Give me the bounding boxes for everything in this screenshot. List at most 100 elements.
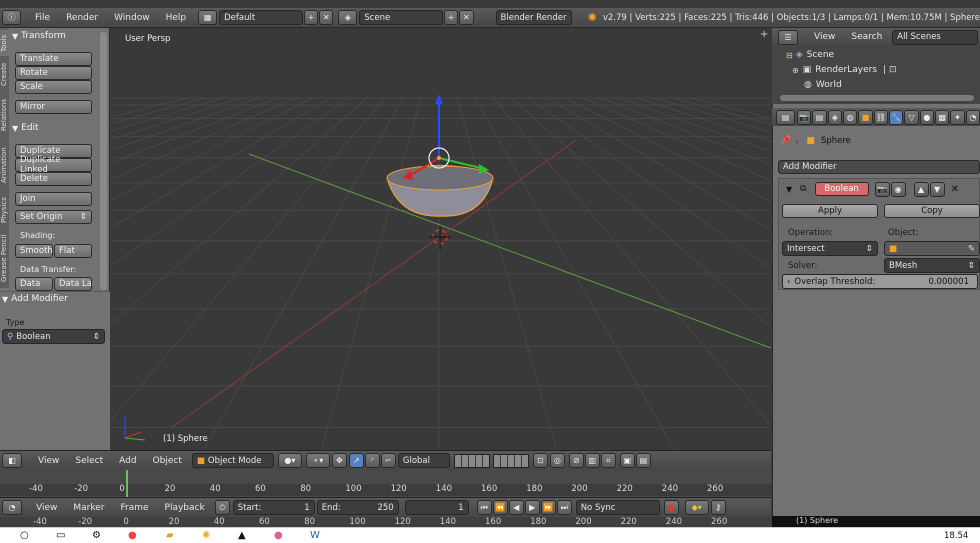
proportional-edit-icon[interactable]: ◎: [549, 453, 565, 468]
orientation-select[interactable]: Global: [397, 453, 450, 468]
current-frame-field[interactable]: 1: [404, 500, 469, 515]
object-tab-icon[interactable]: ■: [858, 109, 873, 125]
eyedropper-icon[interactable]: ✎: [968, 244, 975, 254]
operator-type-select[interactable]: ⚲ Boolean ⇕: [2, 329, 105, 344]
show-viewport-icon[interactable]: ◉: [890, 181, 906, 197]
menu-view[interactable]: View: [30, 456, 67, 466]
scale-manipulator-icon[interactable]: ⌐: [380, 453, 396, 468]
outliner-filter-select[interactable]: All Scenes: [892, 29, 979, 45]
viewport-corner-plus-icon[interactable]: +: [760, 29, 768, 40]
layers-grid-1[interactable]: [453, 453, 490, 468]
modifier-name-field[interactable]: Boolean: [814, 182, 869, 196]
snap-element-icon[interactable]: ▥: [584, 453, 600, 468]
rotate-manipulator-icon[interactable]: ◜: [364, 453, 380, 468]
properties-editor-icon[interactable]: ▤: [776, 109, 796, 125]
apply-button[interactable]: Apply: [782, 204, 878, 218]
translate-manipulator-icon[interactable]: ↗: [348, 453, 364, 468]
timeline-menu-playback[interactable]: Playback: [157, 503, 213, 513]
outliner-scrollbar[interactable]: [780, 95, 974, 101]
delete-button[interactable]: Delete: [15, 172, 92, 186]
preview-range-icon[interactable]: ⏲: [214, 500, 230, 515]
render-layers-tab-icon[interactable]: ▤: [812, 109, 827, 125]
particles-tab-icon[interactable]: ✦: [950, 109, 965, 125]
operation-select[interactable]: Intersect ⇕: [782, 241, 878, 256]
add-layout-icon[interactable]: +: [303, 10, 319, 25]
manipulator-toggle-icon[interactable]: ✥: [331, 453, 347, 468]
collapse-arrow-icon[interactable]: ▼: [786, 185, 792, 194]
transform-panel-header[interactable]: ▼ Transform: [12, 30, 98, 42]
scale-button[interactable]: Scale: [15, 80, 92, 94]
timeline-editor-icon[interactable]: ◔: [2, 500, 22, 515]
menu-add[interactable]: Add: [111, 456, 144, 466]
move-up-icon[interactable]: ▲: [913, 181, 929, 197]
play-reverse-icon[interactable]: ◀: [508, 500, 524, 515]
tab-physics[interactable]: Physics: [0, 192, 9, 228]
tab-grease-pencil[interactable]: Grease Pencil: [0, 230, 9, 286]
photos-icon[interactable]: ▲: [238, 530, 246, 541]
end-frame-field[interactable]: End: 250: [316, 500, 399, 515]
modifiers-tab-icon[interactable]: 🔧: [889, 109, 904, 125]
add-modifier-dropdown[interactable]: Add Modifier: [778, 160, 980, 174]
material-tab-icon[interactable]: ●: [919, 109, 935, 125]
constraints-tab-icon[interactable]: ⛓: [873, 109, 889, 125]
play-icon[interactable]: ▶: [524, 500, 540, 515]
sync-select[interactable]: No Sync: [575, 500, 660, 515]
object-select[interactable]: ■ ✎: [884, 241, 980, 256]
outliner-editor-icon[interactable]: ☰: [778, 29, 798, 45]
physics-tab-icon[interactable]: ◔: [965, 109, 980, 125]
tab-relations[interactable]: Relations: [0, 92, 9, 138]
outliner-menu-search[interactable]: Search: [843, 32, 890, 42]
chrome-icon[interactable]: ●: [128, 530, 137, 541]
pin-icon[interactable]: 📌: [780, 136, 791, 146]
texture-tab-icon[interactable]: ▩: [935, 109, 950, 125]
render-layer-toggle-icon[interactable]: | ⊡: [883, 65, 896, 75]
world-tab-icon[interactable]: ◍: [843, 109, 858, 125]
decrement-arrow-icon[interactable]: ‹: [787, 277, 790, 287]
task-view-icon[interactable]: ▭: [56, 530, 65, 541]
remove-modifier-icon[interactable]: ✕: [951, 184, 959, 195]
mirror-button[interactable]: Mirror: [15, 100, 92, 114]
screen-layout-icon[interactable]: ▦: [198, 10, 218, 25]
start-frame-field[interactable]: Start: 1: [232, 500, 315, 515]
screen-layout-field[interactable]: Default: [219, 10, 303, 25]
move-down-icon[interactable]: ▼: [929, 181, 945, 197]
duplicate-linked-button[interactable]: Duplicate Linked: [15, 155, 92, 175]
app-pink-icon[interactable]: ●: [274, 530, 283, 541]
operator-panel-header[interactable]: ▼ Add Modifier: [2, 293, 106, 305]
editor-type-icon[interactable]: ◧: [2, 453, 22, 468]
solver-select[interactable]: BMesh ⇕: [884, 258, 980, 273]
translate-button[interactable]: Translate: [15, 52, 92, 66]
jump-start-icon[interactable]: ⏮: [476, 500, 492, 515]
auto-keying-icon[interactable]: ●: [663, 500, 679, 515]
outliner-menu-view[interactable]: View: [806, 32, 843, 42]
shading-select-icon[interactable]: ●▾: [277, 453, 302, 468]
tab-create[interactable]: Create: [0, 58, 9, 90]
tab-tools[interactable]: Tools: [0, 30, 9, 56]
outliner-item-renderlayers[interactable]: ⊕ ▣ RenderLayers | ⊡: [792, 63, 942, 77]
render-engine-select[interactable]: Blender Render: [495, 10, 572, 25]
timeline-menu-frame[interactable]: Frame: [112, 503, 156, 513]
settings-icon[interactable]: ⚙: [92, 530, 101, 541]
add-scene-icon[interactable]: +: [443, 10, 459, 25]
pivot-select-icon[interactable]: ⚬▾: [305, 453, 330, 468]
blender-task-icon[interactable]: ✺: [202, 530, 210, 541]
show-render-icon[interactable]: 📷: [874, 181, 890, 197]
tool-shelf-scrollbar[interactable]: [100, 32, 107, 290]
folder-icon[interactable]: ▰: [166, 530, 174, 541]
layers-grid-2[interactable]: [492, 453, 529, 468]
data-tab-icon[interactable]: ▽: [904, 109, 919, 125]
rotate-button[interactable]: Rotate: [15, 66, 92, 80]
jump-keyframe-prev-icon[interactable]: ⏪: [492, 500, 508, 515]
snap-target-icon[interactable]: ⌗: [600, 453, 616, 468]
remove-scene-icon[interactable]: ✕: [459, 10, 474, 25]
overlap-threshold-field[interactable]: ‹ Overlap Threshold: 0.000001: [782, 274, 978, 289]
timeline-menu-marker[interactable]: Marker: [65, 503, 112, 513]
jump-end-icon[interactable]: ⏭: [556, 500, 572, 515]
scene-icon[interactable]: ◈: [338, 10, 358, 25]
mode-select[interactable]: ■ Object Mode: [191, 453, 274, 468]
timeline-ruler[interactable]: -40 -20 0 20 40 60 80 100 120 140 160 180 200 220 240 2…: [0, 470, 771, 497]
jump-keyframe-next-icon[interactable]: ⏩: [540, 500, 556, 515]
snap-toggle-icon[interactable]: ⊘: [568, 453, 584, 468]
word-icon[interactable]: W: [310, 530, 320, 541]
data-layout-button[interactable]: Data La: [54, 277, 92, 291]
